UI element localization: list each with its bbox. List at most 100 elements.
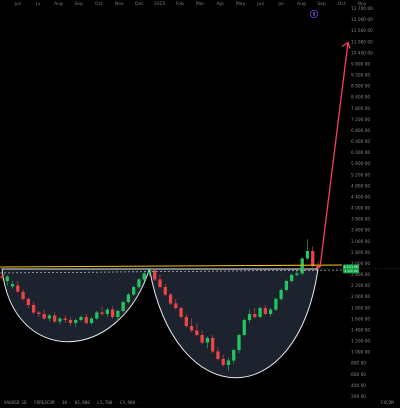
candle-body bbox=[179, 308, 183, 317]
candle-body bbox=[132, 287, 136, 295]
chart-canvas[interactable]: Jun Ju Aug Sep Oct Nov Dec 2025 Feb Mar Apr May Jun J… bbox=[0, 0, 400, 408]
price-label-subtext: 4 121 00 bbox=[344, 269, 357, 273]
y-tick-label: 9 800 00 bbox=[351, 61, 370, 67]
y-tick-label: 600 00 bbox=[351, 372, 366, 378]
candle-body bbox=[105, 309, 109, 314]
candle-body bbox=[53, 315, 57, 322]
y-tick-label: 2 800 00 bbox=[351, 250, 370, 256]
y-tick-label: 7 200 00 bbox=[351, 117, 370, 123]
candle bbox=[242, 318, 246, 337]
x-tick-label: Jun bbox=[13, 1, 21, 7]
x-tick-label: Sep bbox=[317, 1, 326, 7]
x-tick-label: Nov bbox=[115, 1, 124, 7]
y-tick-label: 9 200 00 bbox=[351, 73, 370, 79]
x-tick-label: Dec bbox=[135, 1, 144, 7]
y-tick-label: 4 000 00 bbox=[351, 206, 370, 212]
candle-body bbox=[205, 338, 210, 343]
y-tick-label: 3 800 00 bbox=[351, 217, 370, 223]
candle bbox=[126, 293, 131, 304]
candle-body bbox=[316, 266, 320, 269]
candle-body bbox=[110, 309, 115, 317]
candle bbox=[121, 300, 125, 313]
candle-body bbox=[200, 335, 204, 343]
x-tick-label: 2025 bbox=[154, 1, 166, 7]
candle bbox=[258, 306, 262, 319]
candle-body bbox=[68, 320, 73, 323]
x-tick-label: Sep bbox=[74, 1, 83, 7]
candle bbox=[274, 297, 278, 311]
candle-body bbox=[42, 314, 46, 319]
candle bbox=[168, 293, 173, 305]
candle-body bbox=[10, 284, 15, 287]
x-tick-label: Aug bbox=[297, 1, 306, 7]
y-tick-label: 4 800 00 bbox=[351, 183, 370, 189]
y-tick-label: 1 200 00 bbox=[351, 339, 370, 345]
candle-body bbox=[290, 275, 294, 281]
candle-body bbox=[216, 351, 220, 359]
x-tick-label: Aug bbox=[54, 1, 63, 7]
y-tick-label: 4 400 00 bbox=[351, 194, 370, 200]
candle-body bbox=[63, 318, 67, 320]
x-tick-label: Apr bbox=[216, 1, 224, 7]
x-tick-label: Ju bbox=[35, 1, 40, 7]
candle-body bbox=[58, 318, 62, 322]
candle-body bbox=[247, 314, 252, 320]
candle bbox=[284, 279, 289, 292]
y-tick-label: 6 800 00 bbox=[351, 128, 370, 134]
candle-body bbox=[189, 326, 194, 331]
candle-body bbox=[163, 287, 167, 295]
symbol-info-text: XAUUSD 1D · FOREXCOM · 30 · H3,800 · L3,… bbox=[4, 400, 140, 405]
candle-body bbox=[121, 302, 125, 311]
x-tick-label: Feb bbox=[176, 1, 184, 7]
candle-body bbox=[168, 294, 173, 304]
candle-body bbox=[84, 317, 88, 323]
candle-body bbox=[300, 258, 304, 274]
candle-body bbox=[74, 320, 78, 323]
y-tick-label: 1 600 00 bbox=[351, 316, 370, 322]
candle-body bbox=[274, 299, 278, 310]
y-tick-label: 6 400 00 bbox=[351, 139, 370, 145]
candle-body bbox=[253, 314, 257, 317]
candle-body bbox=[100, 312, 104, 314]
candle-body bbox=[0, 276, 4, 278]
x-tick-label: Mar bbox=[196, 1, 205, 7]
y-tick-label: 1 400 00 bbox=[351, 327, 370, 333]
y-tick-label: 12 700 00 bbox=[351, 6, 373, 12]
candle-body bbox=[89, 318, 94, 323]
price-label: 4 121 004 121 00 bbox=[343, 264, 359, 274]
y-tick-label: 200 00 bbox=[351, 394, 366, 400]
x-tick-label: Jun bbox=[256, 1, 264, 7]
y-tick-label: 400 00 bbox=[351, 383, 366, 389]
candle-body bbox=[5, 276, 9, 281]
candle-body bbox=[174, 303, 178, 308]
candle bbox=[279, 288, 283, 301]
x-tick-label: Jul bbox=[277, 1, 283, 7]
candle-body bbox=[211, 338, 215, 352]
y-tick-label: 5 200 00 bbox=[351, 172, 370, 178]
candle-body bbox=[142, 273, 146, 280]
candle-body bbox=[184, 317, 188, 326]
candle bbox=[179, 306, 183, 319]
y-tick-label: 1 800 00 bbox=[351, 305, 370, 311]
candle-body bbox=[31, 305, 36, 313]
y-tick-label: 3 400 00 bbox=[351, 228, 370, 234]
candle-body bbox=[226, 360, 231, 365]
candle-body bbox=[147, 270, 152, 274]
y-tick-label: 10 400 00 bbox=[351, 50, 373, 56]
y-tick-label: 11 500 00 bbox=[351, 28, 373, 34]
candle bbox=[132, 285, 136, 296]
top-marker-label: 8 bbox=[313, 12, 316, 17]
candle-body bbox=[195, 330, 199, 335]
candle-body bbox=[295, 273, 299, 275]
candle-body bbox=[126, 294, 131, 302]
y-tick-label: 800 00 bbox=[351, 361, 366, 367]
y-tick-label: 11 000 00 bbox=[351, 39, 373, 45]
candle-body bbox=[137, 279, 141, 287]
y-tick-label: 8 400 00 bbox=[351, 95, 370, 101]
candle-body bbox=[237, 335, 241, 350]
candle-body bbox=[242, 320, 246, 335]
y-tick-label: 8 800 00 bbox=[351, 84, 370, 90]
candle-body bbox=[26, 299, 30, 305]
candle bbox=[300, 257, 304, 275]
candle-body bbox=[263, 308, 267, 314]
